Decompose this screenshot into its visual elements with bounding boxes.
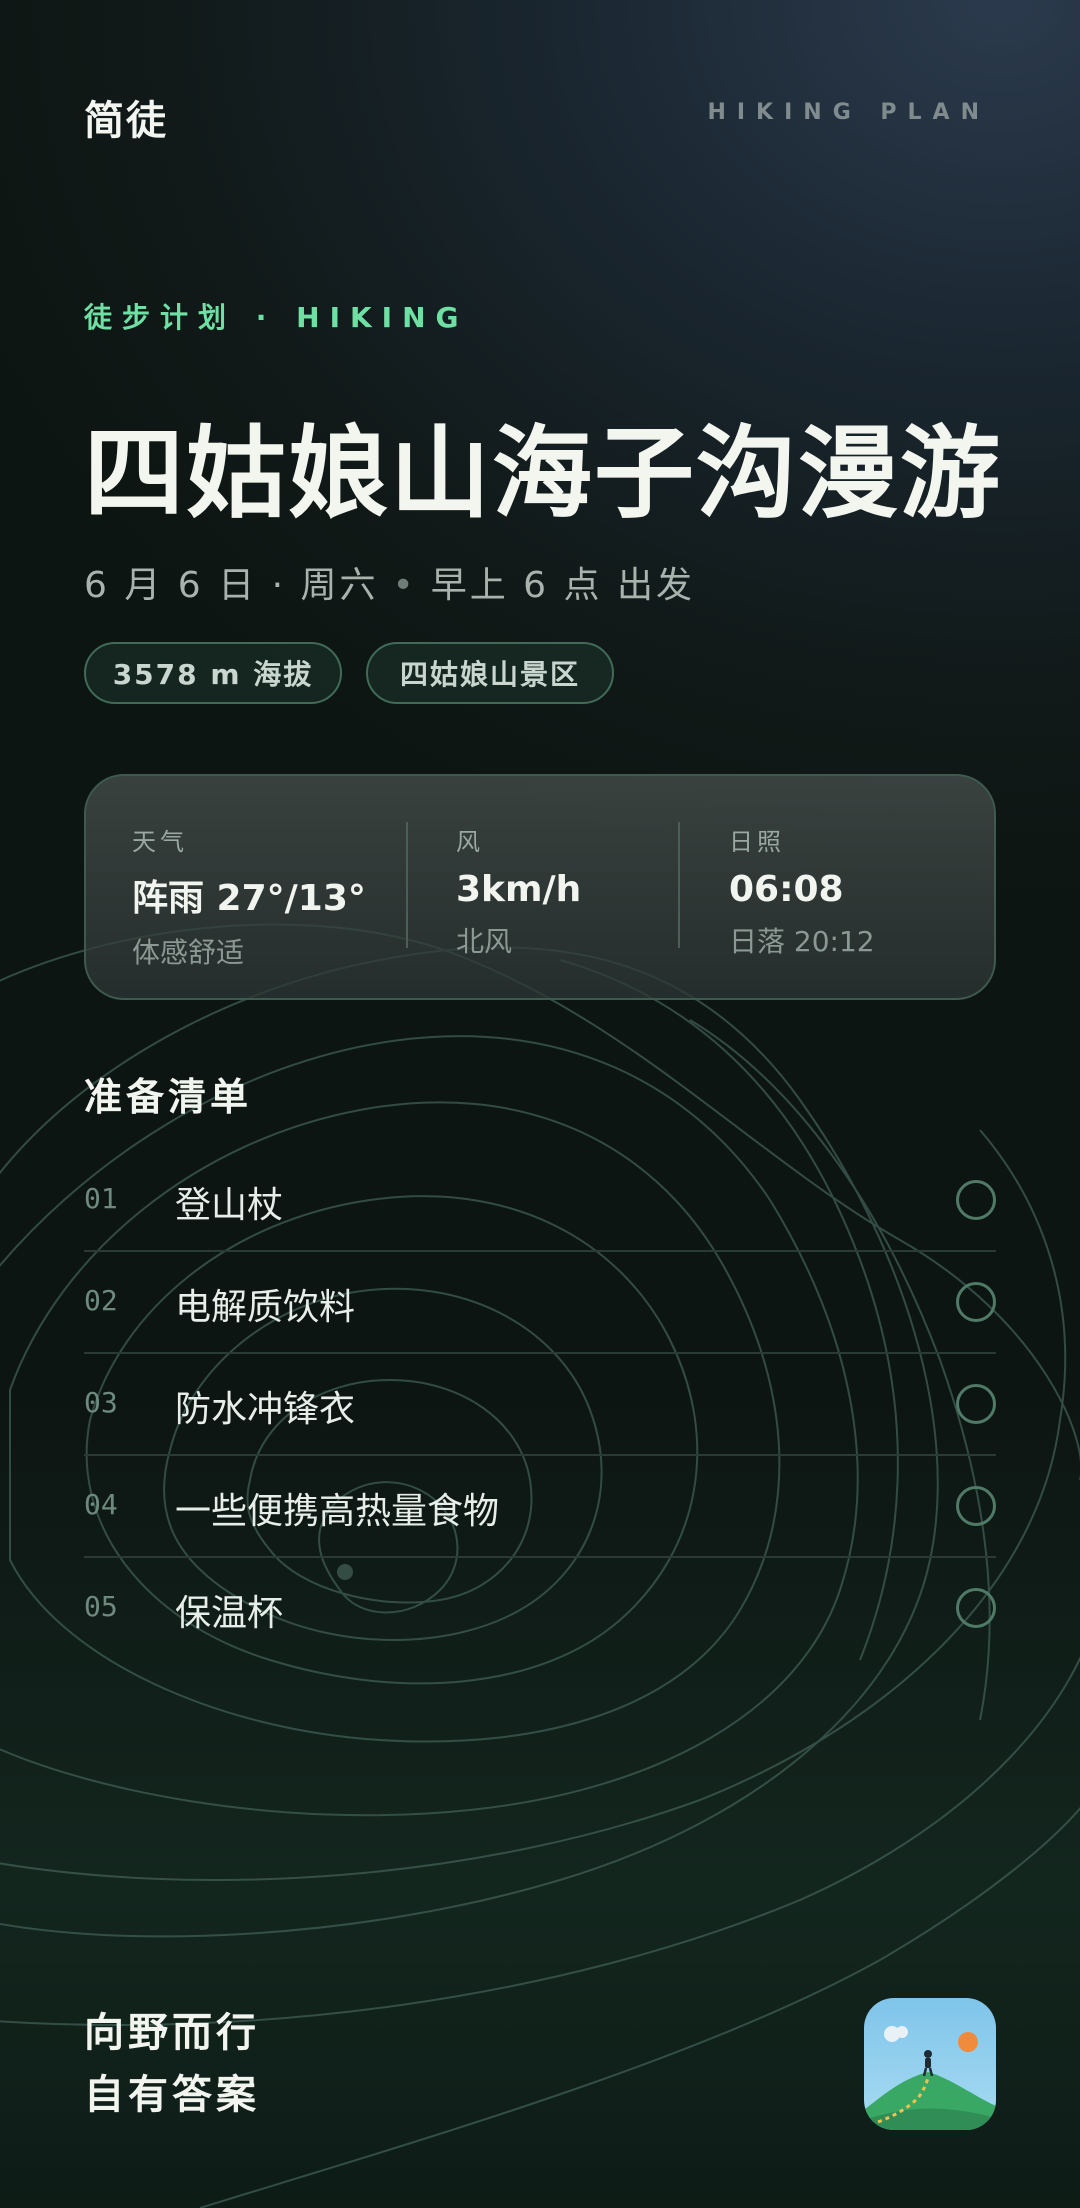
- checklist-title: 准备清单: [84, 1075, 253, 1119]
- weather-sunlight: 日照 06:08 日落 20:12: [729, 822, 875, 960]
- item-number: 04: [84, 1488, 118, 1521]
- checklist-item[interactable]: 04 一些便携高热量食物: [84, 1456, 996, 1558]
- slogan-line: 向野而行: [84, 2010, 260, 2056]
- weather-condition: 天气 阵雨 27°/13° 体感舒适: [132, 822, 366, 971]
- checkbox-circle-icon[interactable]: [956, 1384, 996, 1424]
- weather-label: 天气: [132, 828, 188, 856]
- weather-wind: 风 3km/h 北风: [456, 822, 581, 960]
- checklist-item[interactable]: 05 保温杯: [84, 1558, 996, 1660]
- brand-logo-text: 简徒: [84, 98, 168, 144]
- checkbox-circle-icon[interactable]: [956, 1486, 996, 1526]
- item-label: 电解质饮料: [175, 1287, 356, 1328]
- location-tag: 四姑娘山景区: [366, 642, 614, 704]
- page-title: 四姑娘山海子沟漫游: [84, 415, 1002, 532]
- weather-divider: [678, 822, 680, 948]
- sunrise-time: 06:08: [729, 869, 844, 910]
- item-label: 防水冲锋衣: [175, 1389, 356, 1430]
- weather-card: 天气 阵雨 27°/13° 体感舒适 风 3km/h 北风 日照 06:08 日…: [84, 774, 996, 1000]
- trip-date: 6 月 6 日 · 周六: [84, 565, 379, 606]
- plan-eyebrow: 徒步计划 · HIKING: [84, 301, 469, 334]
- footer-slogan: 向野而行 自有答案: [84, 2002, 260, 2126]
- header-tag: HIKING PLAN: [707, 100, 990, 125]
- checkbox-circle-icon[interactable]: [956, 1282, 996, 1322]
- weather-feel: 体感舒适: [132, 936, 245, 969]
- hiker-mountain-icon[interactable]: [864, 1998, 996, 2130]
- item-number: 01: [84, 1182, 118, 1215]
- sunlight-label: 日照: [729, 828, 785, 856]
- wind-direction: 北风: [456, 925, 513, 958]
- trip-schedule: 6 月 6 日 · 周六 • 早上 6 点 出发: [84, 556, 695, 608]
- checklist-item[interactable]: 01 登山杖: [84, 1150, 996, 1252]
- item-label: 一些便携高热量食物: [175, 1491, 500, 1532]
- item-number: 02: [84, 1284, 118, 1317]
- checklist-item[interactable]: 02 电解质饮料: [84, 1252, 996, 1354]
- weather-divider: [406, 822, 408, 948]
- wind-value: 3km/h: [456, 869, 582, 910]
- sunset-time: 日落 20:12: [729, 925, 875, 958]
- slogan-line: 自有答案: [84, 2072, 260, 2118]
- item-number: 05: [84, 1590, 118, 1623]
- checkbox-circle-icon[interactable]: [956, 1588, 996, 1628]
- separator-dot: •: [392, 565, 417, 606]
- departure-time: 早上 6 点 出发: [430, 565, 695, 606]
- altitude-tag: 3578 m 海拔: [84, 642, 342, 704]
- item-label: 保温杯: [175, 1593, 284, 1634]
- checkbox-circle-icon[interactable]: [956, 1180, 996, 1220]
- checklist-item[interactable]: 03 防水冲锋衣: [84, 1354, 996, 1456]
- wind-label: 风: [456, 828, 484, 856]
- item-number: 03: [84, 1386, 118, 1419]
- weather-value: 阵雨 27°/13°: [132, 878, 366, 919]
- item-label: 登山杖: [175, 1185, 284, 1226]
